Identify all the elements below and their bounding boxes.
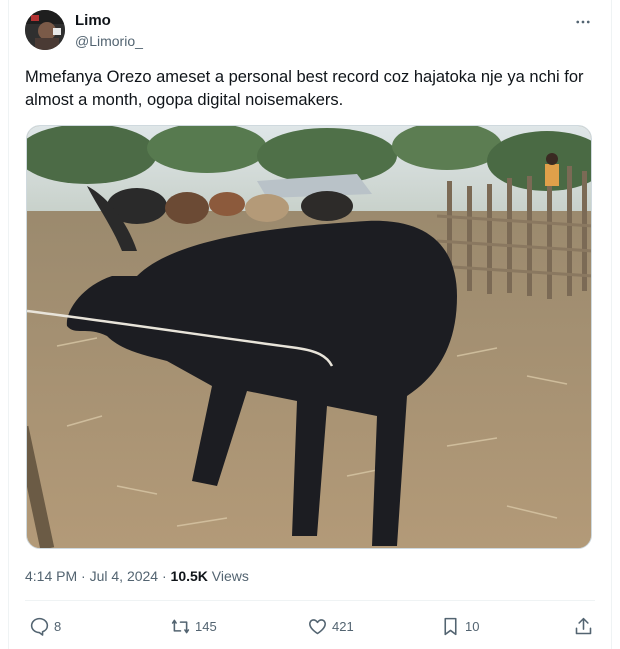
bookmark-icon [444,617,457,635]
tweet-photo[interactable] [26,125,592,549]
tweet-date[interactable]: Jul 4, 2024 [90,568,159,584]
meta-separator-2: · [158,568,171,584]
tweet-meta: 4:14 PM · Jul 4, 2024 · 10.5K Views [25,566,249,586]
retweet-button[interactable]: 145 [170,612,217,640]
reply-count: 8 [54,618,62,634]
reply-button[interactable]: 8 [29,612,61,640]
author-handle[interactable]: @Limorio_ [75,31,143,51]
share-icon [575,617,592,634]
more-horizontal-icon [576,20,590,24]
author-names: Limo @Limorio_ [75,12,143,51]
avatar-image [25,10,65,50]
heart-icon [309,618,326,634]
more-options-button[interactable] [571,10,595,34]
bull-photo [27,126,591,548]
like-button[interactable]: 421 [307,612,354,640]
tweet-text: Mmefanya Orezo ameset a personal best re… [25,68,584,109]
tweet-time[interactable]: 4:14 PM [25,568,77,584]
views-count: 10.5K [170,568,208,584]
retweet-icon [171,619,190,633]
bookmark-count: 10 [465,618,480,634]
share-button[interactable] [573,612,594,640]
views-label: Views [211,568,249,584]
like-count: 421 [332,618,354,634]
bookmark-button[interactable]: 10 [440,612,479,640]
tweet-header: Limo @Limorio_ [25,10,599,54]
avatar[interactable] [25,10,65,50]
tweet-card: Limo @Limorio_ Mmefanya Orezo ameset a p… [8,0,612,649]
reply-icon [30,617,49,636]
action-divider [25,600,595,601]
action-bar: 8 145 421 10 [25,612,595,640]
display-name[interactable]: Limo [75,12,143,30]
meta-separator: · [77,568,90,584]
retweet-count: 145 [195,618,217,634]
